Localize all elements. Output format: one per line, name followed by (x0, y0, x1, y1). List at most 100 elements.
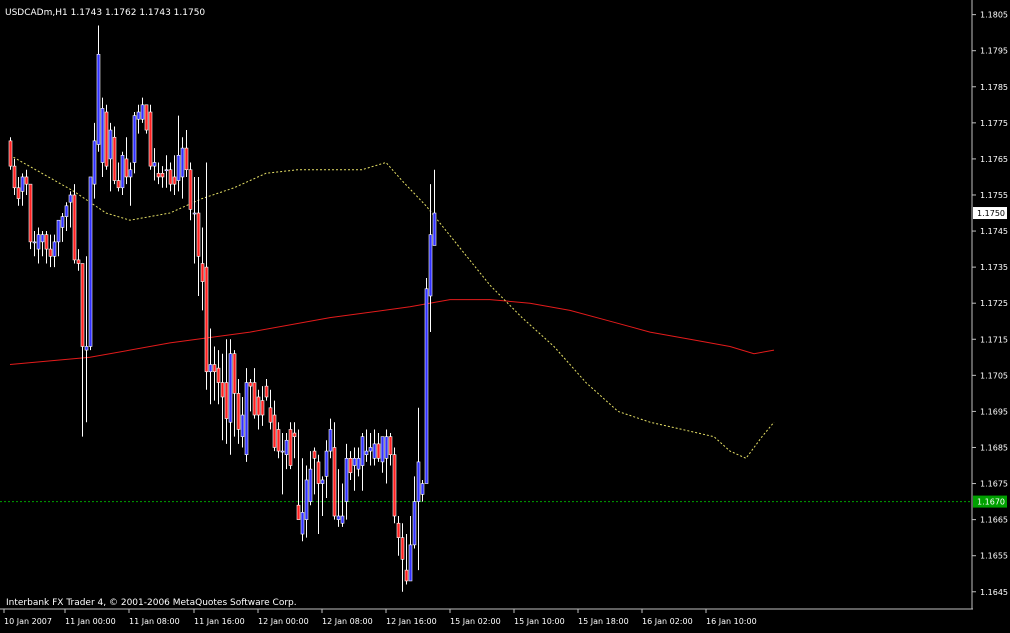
candle-body (88, 176, 93, 347)
y-tick-label: 1.1755 (980, 191, 1008, 200)
y-tick-label: 1.1675 (980, 480, 1008, 489)
x-tick-label: 12 Jan 08:00 (322, 617, 373, 626)
candle-body (160, 173, 165, 178)
candle (144, 104, 149, 134)
candle-body (396, 522, 401, 538)
y-tick-label: 1.1655 (980, 552, 1008, 561)
candle-body (64, 205, 69, 217)
candle-body (344, 458, 349, 502)
y-tick-label: 1.1775 (980, 119, 1008, 128)
candle (88, 176, 93, 351)
candle-body (24, 176, 29, 185)
candle-body (416, 461, 421, 502)
x-tick-label: 16 Jan 10:00 (706, 617, 757, 626)
candle-body (32, 241, 37, 244)
y-tick-label: 1.1725 (980, 299, 1008, 308)
candle-body (384, 436, 389, 459)
candle-body (148, 111, 153, 167)
candle (392, 447, 397, 524)
candle-body (248, 382, 253, 387)
candle-body (388, 436, 393, 455)
candle-body (376, 443, 381, 459)
candle-body (36, 234, 41, 250)
chart-title: USDCADm,H1 1.1743 1.1762 1.1743 1.1750 (5, 8, 205, 18)
candle-body (412, 501, 417, 546)
candle (28, 183, 33, 250)
candle-body (152, 162, 157, 167)
candle-body (68, 194, 73, 203)
candle-body (196, 212, 201, 257)
candle-body (116, 180, 121, 189)
candle-body (316, 461, 321, 484)
candle-body (268, 407, 273, 423)
y-tick-label: 1.1765 (980, 155, 1008, 164)
candle-body (320, 479, 325, 484)
candle-body (216, 367, 221, 383)
x-tick-label: 15 Jan 18:00 (578, 617, 629, 626)
candle-body (252, 382, 257, 416)
candle-body (300, 512, 305, 535)
candle-body (60, 216, 65, 228)
candle-body (236, 393, 241, 430)
candle-body (164, 169, 169, 172)
candle-body (8, 140, 13, 167)
y-tick-label: 1.1695 (980, 407, 1008, 416)
candle-body (48, 248, 53, 257)
candle-body (12, 165, 17, 189)
candle (424, 277, 429, 484)
candle-body (28, 183, 33, 243)
candle-body (260, 400, 265, 416)
x-tick-label: 16 Jan 02:00 (642, 617, 693, 626)
y-tick-label: 1.1645 (980, 588, 1008, 597)
candle-body (244, 382, 249, 455)
candle-body (428, 234, 433, 297)
candle (72, 184, 77, 264)
x-tick-label: 11 Jan 08:00 (129, 617, 180, 626)
candle (288, 422, 293, 470)
candle-body (20, 176, 25, 192)
candle-body (264, 385, 269, 398)
candle-body (136, 111, 141, 120)
candle-body (372, 443, 377, 459)
candle (8, 137, 13, 170)
candle-body (356, 458, 361, 470)
candle-body (392, 454, 397, 517)
y-tick-label: 1.1715 (980, 335, 1008, 344)
candle-body (112, 136, 117, 181)
candle-body (40, 234, 45, 243)
candle-body (140, 104, 145, 120)
candle-body (408, 544, 413, 582)
candle-body (232, 353, 237, 394)
candlestick-chart[interactable]: 1.1805 1.1795 1.1785 1.1775 1.1765 1.1755 1.17… (0, 0, 1010, 629)
y-tick-label: 1.1795 (980, 47, 1008, 56)
candle-body (84, 346, 89, 351)
candle-body (308, 468, 313, 502)
candle-body (96, 54, 101, 145)
candle-body (212, 364, 217, 373)
candle-body (340, 515, 345, 524)
x-tick-label: 11 Jan 16:00 (194, 617, 245, 626)
candle-body (184, 147, 189, 171)
candle-body (172, 176, 177, 185)
candle-body (304, 479, 309, 520)
y-tick-label: 1.1705 (980, 371, 1008, 380)
candle-body (336, 515, 341, 520)
candle-body (280, 450, 285, 453)
candle-body (296, 504, 301, 520)
y-tick-label: 1.1685 (980, 443, 1008, 452)
candle-body (220, 382, 225, 398)
y-tick-label: 1.1785 (980, 83, 1008, 92)
x-tick-label: 15 Jan 10:00 (514, 617, 565, 626)
candle-body (204, 266, 209, 373)
candle-body (80, 263, 85, 347)
x-tick-label: 11 Jan 00:00 (65, 617, 116, 626)
candle-body (224, 382, 229, 419)
candle-body (128, 169, 133, 178)
y-tick-label: 1.1805 (980, 11, 1008, 20)
candle-body (228, 353, 233, 423)
chart-window[interactable]: 1.1805 1.1795 1.1785 1.1775 1.1765 1.1755 1.17… (0, 0, 1010, 629)
candle-body (144, 104, 149, 131)
candle-body (432, 212, 437, 246)
candle-body (424, 288, 429, 484)
candle-body (100, 108, 105, 163)
